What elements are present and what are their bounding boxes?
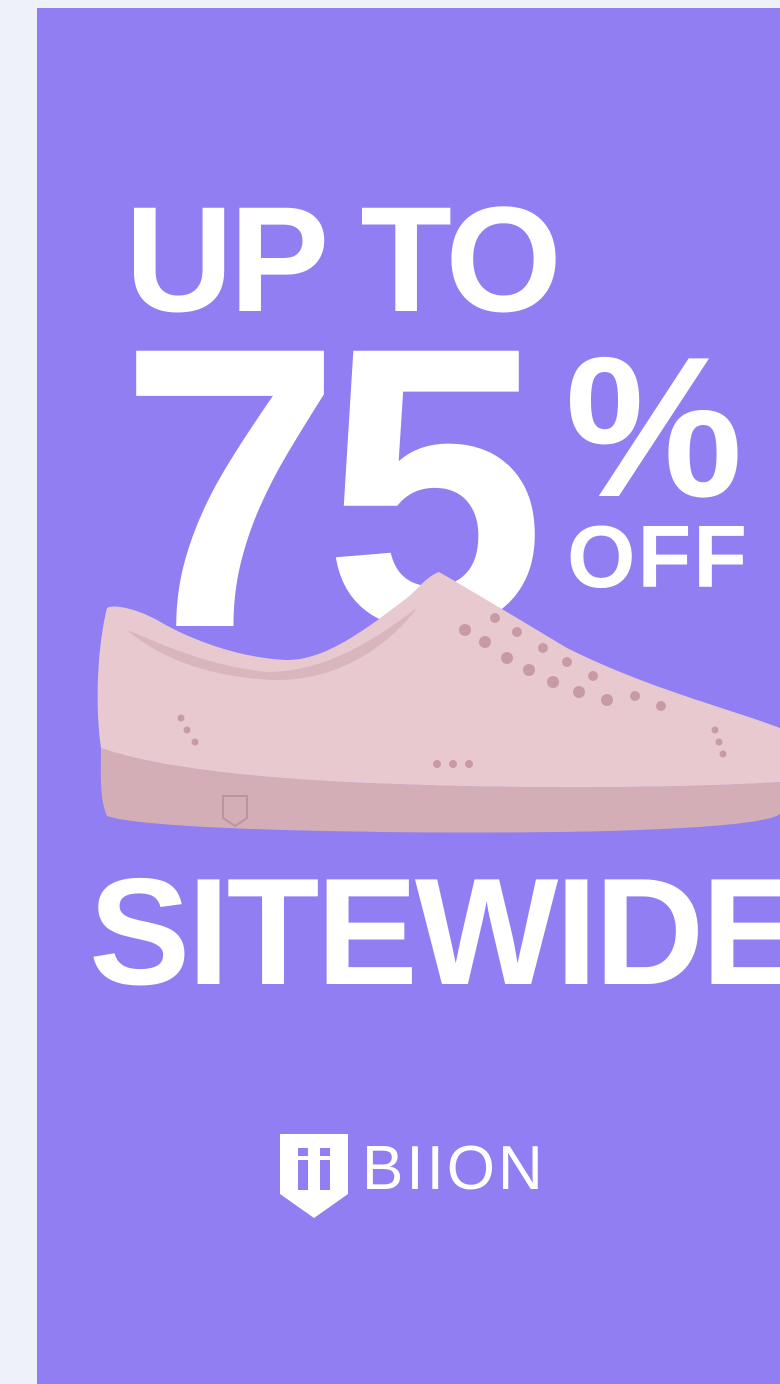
biion-shield-icon bbox=[280, 1134, 348, 1218]
headline-percent-sign: % bbox=[565, 316, 743, 539]
pink-sneaker-image bbox=[97, 572, 780, 833]
promo-banner[interactable]: UP TO 75 % OFF SITEWIDE BIION bbox=[37, 8, 780, 1384]
brand-name: BIION bbox=[362, 1134, 546, 1203]
page-frame: UP TO 75 % OFF SITEWIDE BIION bbox=[0, 0, 780, 1384]
headline-sitewide: SITEWIDE bbox=[89, 847, 780, 1017]
brand-logo[interactable]: BIION bbox=[280, 1134, 546, 1224]
